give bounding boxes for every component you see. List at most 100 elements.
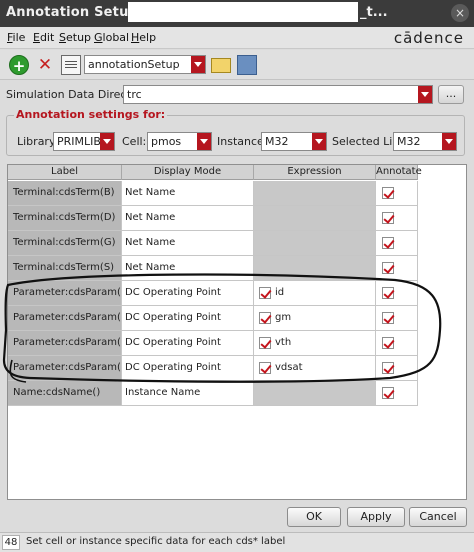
annotate-checkbox[interactable]	[382, 262, 394, 274]
table-row[interactable]: Parameter:cdsParam(3) DC Operating Point v…	[8, 331, 418, 356]
notes-icon[interactable]	[61, 55, 81, 75]
expression-checkbox[interactable]	[259, 287, 271, 299]
table-row[interactable]: Parameter:cdsParam(1) DC Operating Point i…	[8, 281, 418, 306]
cell-annotate	[376, 181, 418, 206]
instance-combo[interactable]: M32	[261, 132, 327, 151]
header-label[interactable]: Label	[8, 165, 122, 180]
delete-icon[interactable]: ✕	[35, 55, 55, 75]
menu-file[interactable]: File	[7, 31, 25, 44]
status-bar: 48 Set cell or instance specific data fo…	[0, 532, 474, 552]
menu-global[interactable]: Global	[94, 31, 129, 44]
cell-display-mode[interactable]: DC Operating Point	[122, 306, 254, 331]
title-bar: Annotation Setup: _t... ×	[0, 0, 474, 27]
sim-dir-combo[interactable]: trc	[123, 85, 433, 104]
cell-display-mode[interactable]: DC Operating Point	[122, 281, 254, 306]
table-row[interactable]: Terminal:cdsTerm(S) Net Name	[8, 256, 418, 281]
annotate-checkbox[interactable]	[382, 362, 394, 374]
setup-name-value: annotationSetup	[88, 58, 180, 71]
header-display-mode[interactable]: Display Mode	[122, 165, 254, 180]
selected-list-combo[interactable]: M32	[393, 132, 457, 151]
add-icon[interactable]: +	[9, 55, 29, 75]
table-row[interactable]: Parameter:cdsParam(4) DC Operating Point v…	[8, 356, 418, 381]
cell-expression	[254, 206, 376, 231]
annotate-checkbox[interactable]	[382, 287, 394, 299]
table-row[interactable]: Terminal:cdsTerm(G) Net Name	[8, 231, 418, 256]
cell-display-mode[interactable]: Net Name	[122, 256, 254, 281]
cell-label: Terminal:cdsTerm(D)	[8, 206, 122, 231]
cell-display-mode[interactable]: Net Name	[122, 231, 254, 256]
status-message: Set cell or instance specific data for e…	[26, 536, 286, 547]
cancel-button[interactable]: Cancel	[409, 507, 467, 527]
cell-annotate	[376, 381, 418, 406]
chevron-down-icon[interactable]	[197, 133, 211, 150]
cell-display-mode[interactable]: Instance Name	[122, 381, 254, 406]
cell-annotate	[376, 306, 418, 331]
selected-list-value: M32	[397, 135, 421, 148]
annotate-checkbox[interactable]	[382, 312, 394, 324]
cell-combo[interactable]: pmos	[147, 132, 212, 151]
cell-annotate	[376, 281, 418, 306]
cell-label: Cell:	[122, 135, 147, 148]
table-row[interactable]: Terminal:cdsTerm(D) Net Name	[8, 206, 418, 231]
cell-label: Parameter:cdsParam(4)	[8, 356, 122, 381]
expression-text: vth	[275, 337, 292, 348]
chevron-down-icon[interactable]	[312, 133, 326, 150]
browse-button[interactable]: ...	[438, 85, 464, 104]
cell-expression[interactable]: vdsat	[254, 356, 376, 381]
cell-expression[interactable]: gm	[254, 306, 376, 331]
setup-name-combo[interactable]: annotationSetup	[84, 55, 206, 74]
cell-expression[interactable]: id	[254, 281, 376, 306]
folder-open-icon[interactable]	[211, 58, 231, 73]
header-annotate[interactable]: Annotate	[376, 165, 422, 180]
apply-button[interactable]: Apply	[347, 507, 405, 527]
chevron-down-icon[interactable]	[442, 133, 456, 150]
table-row[interactable]: Name:cdsName() Instance Name	[8, 381, 418, 406]
window-close-button[interactable]: ×	[451, 4, 469, 22]
table-row[interactable]: Parameter:cdsParam(2) DC Operating Point g…	[8, 306, 418, 331]
cell-expression	[254, 181, 376, 206]
expression-checkbox[interactable]	[259, 312, 271, 324]
instance-label: Instance:	[217, 135, 268, 148]
save-icon[interactable]	[237, 55, 257, 75]
chevron-down-icon[interactable]	[418, 86, 432, 103]
window-title-tail: _t...	[360, 5, 388, 20]
chevron-down-icon[interactable]	[191, 56, 205, 73]
expression-text: id	[275, 287, 285, 298]
annotate-checkbox[interactable]	[382, 237, 394, 249]
library-value: PRIMLIB	[57, 135, 101, 148]
menu-setup[interactable]: Setup	[59, 31, 91, 44]
cadence-logo: cādence	[393, 29, 464, 47]
annotate-checkbox[interactable]	[382, 212, 394, 224]
annotate-checkbox[interactable]	[382, 387, 394, 399]
cell-expression	[254, 231, 376, 256]
cell-display-mode[interactable]: DC Operating Point	[122, 331, 254, 356]
cell-label: Name:cdsName()	[8, 381, 122, 406]
table-row[interactable]: Terminal:cdsTerm(B) Net Name	[8, 181, 418, 206]
cell-expression	[254, 381, 376, 406]
expression-text: gm	[275, 312, 292, 323]
cell-annotate	[376, 231, 418, 256]
library-combo[interactable]: PRIMLIB	[53, 132, 115, 151]
annotate-checkbox[interactable]	[382, 337, 394, 349]
annotation-settings-title: Annotation settings for:	[14, 108, 168, 121]
sim-dir-value: trc	[127, 88, 142, 101]
cell-expression[interactable]: vth	[254, 331, 376, 356]
cell-display-mode[interactable]: DC Operating Point	[122, 356, 254, 381]
expression-text: vdsat	[275, 362, 303, 373]
expression-checkbox[interactable]	[259, 362, 271, 374]
cell-display-mode[interactable]: Net Name	[122, 181, 254, 206]
cell-label: Terminal:cdsTerm(B)	[8, 181, 122, 206]
annotate-checkbox[interactable]	[382, 187, 394, 199]
cell-annotate	[376, 356, 418, 381]
status-line-number: 48	[2, 535, 20, 550]
chevron-down-icon[interactable]	[100, 133, 114, 150]
cell-value: pmos	[151, 135, 182, 148]
cell-display-mode[interactable]: Net Name	[122, 206, 254, 231]
menu-bar: File Edit Setup Global Help cādence	[0, 27, 474, 49]
menu-edit[interactable]: Edit	[33, 31, 54, 44]
expression-checkbox[interactable]	[259, 337, 271, 349]
cell-label: Terminal:cdsTerm(G)	[8, 231, 122, 256]
menu-help[interactable]: Help	[131, 31, 156, 44]
header-expression[interactable]: Expression	[254, 165, 376, 180]
ok-button[interactable]: OK	[287, 507, 341, 527]
